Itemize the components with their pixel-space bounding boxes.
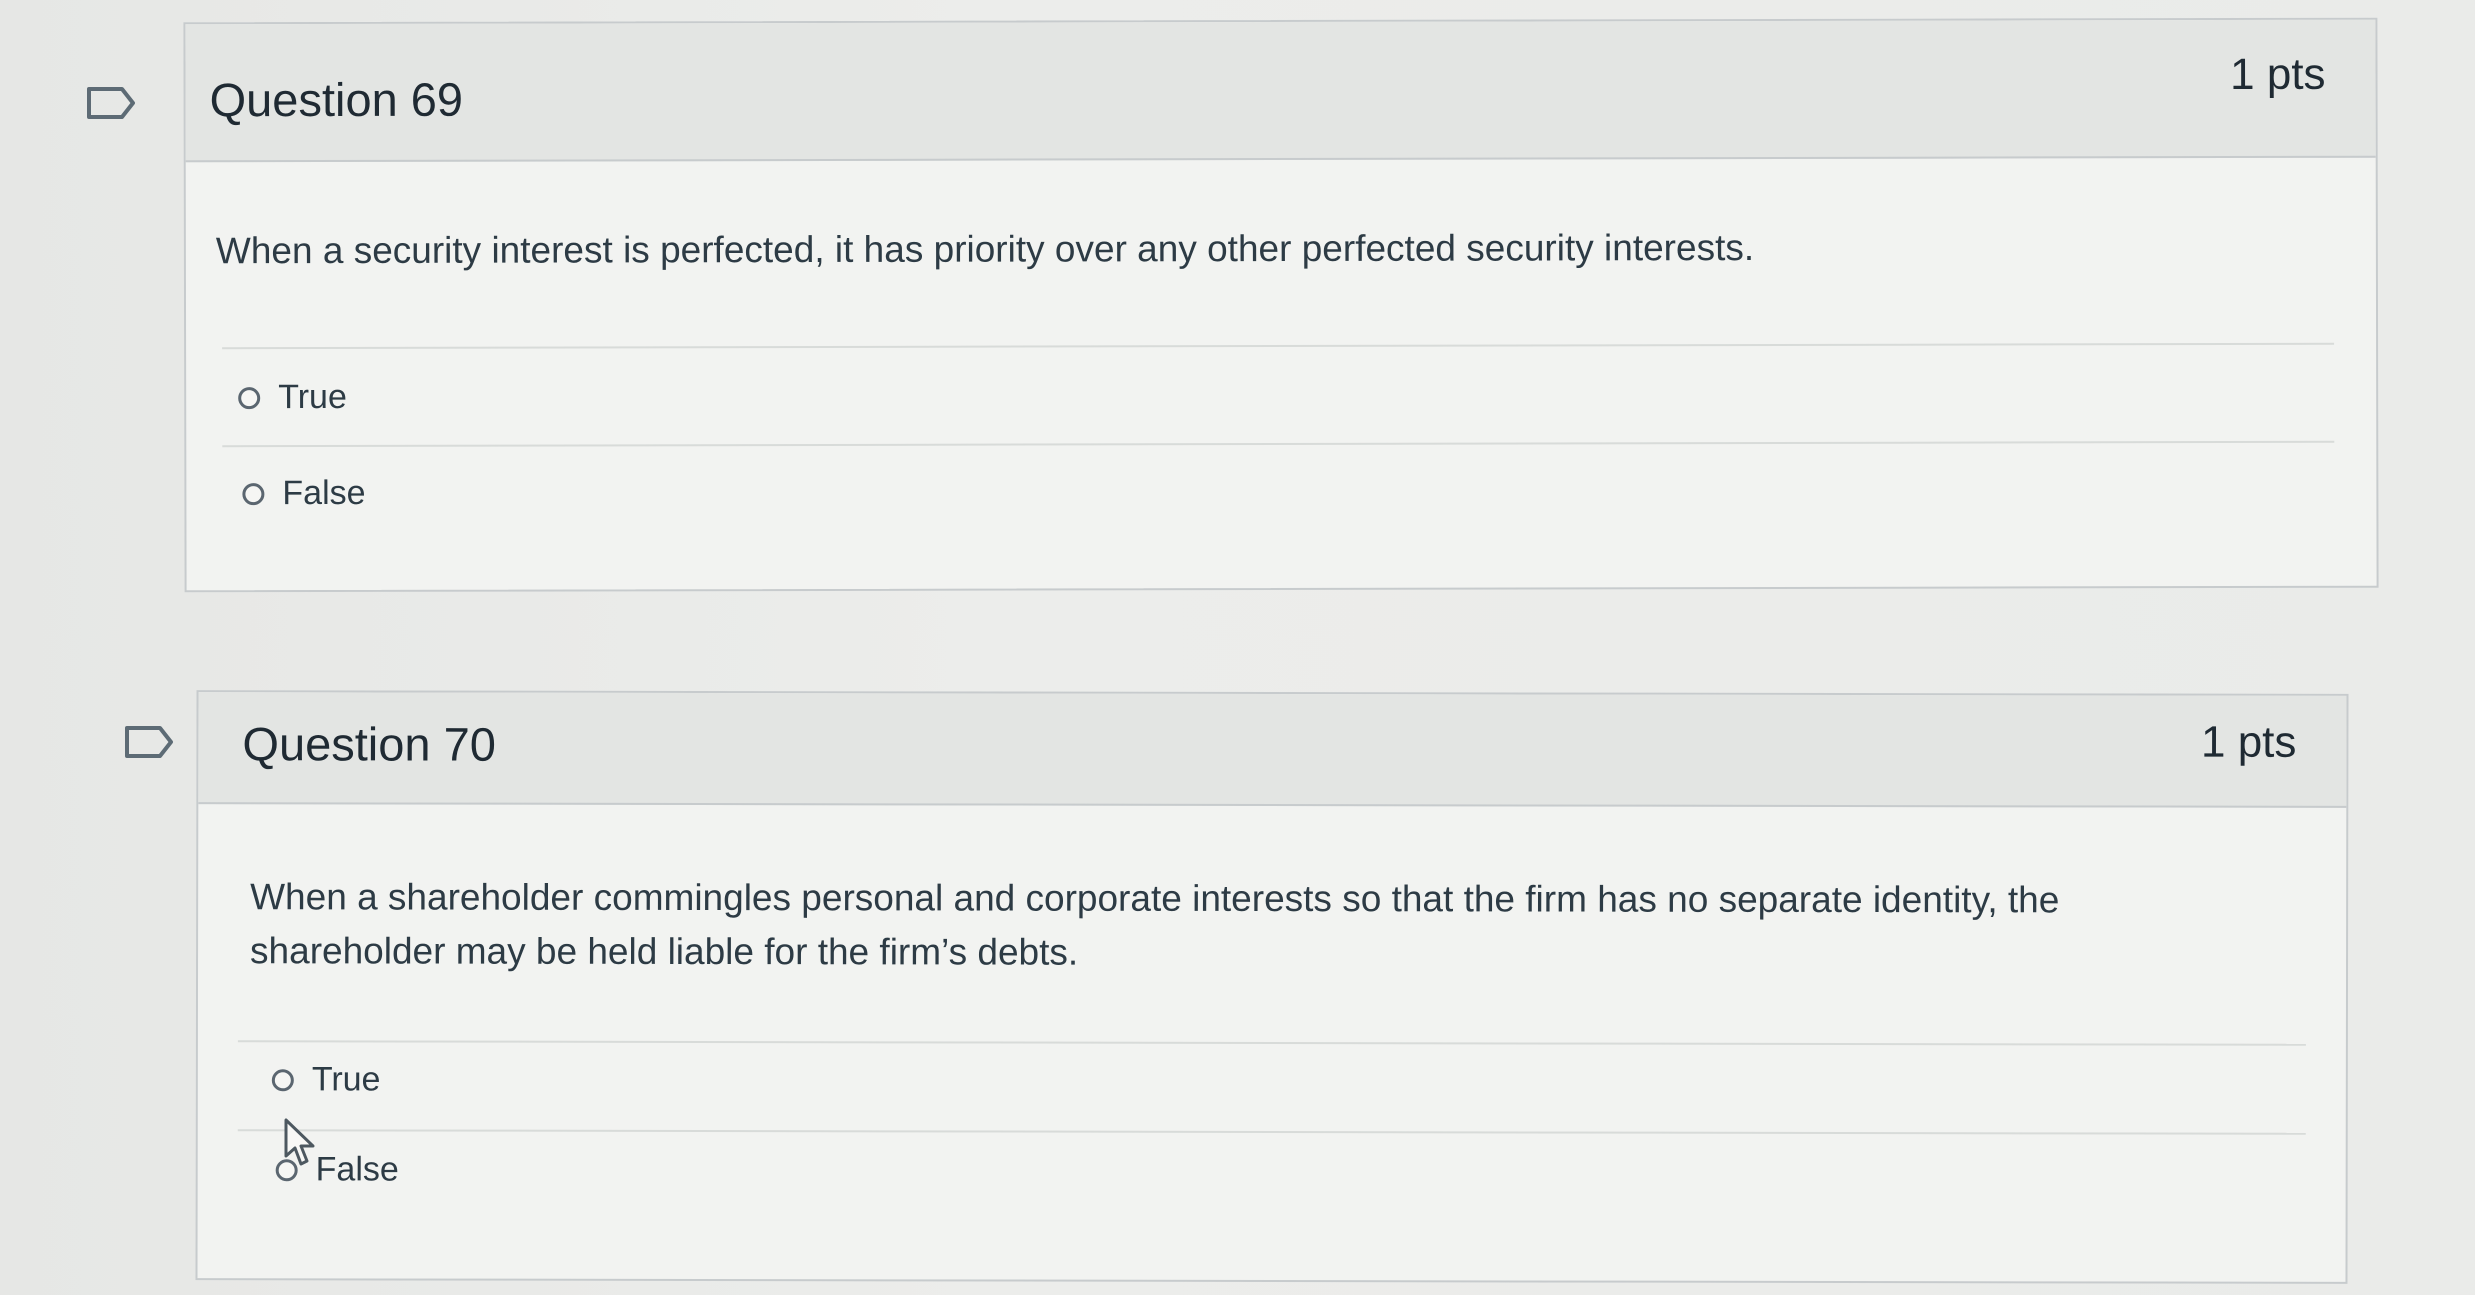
question-points: 1 pts xyxy=(2230,49,2326,100)
question-text: When a security interest is perfected, i… xyxy=(215,227,1755,272)
radio-button[interactable] xyxy=(271,1068,294,1091)
divider xyxy=(222,440,2335,448)
question-card-70: Question 70 1 pts When a shareholder com… xyxy=(195,690,2349,1284)
question-title: Question 69 xyxy=(209,72,464,127)
question-header: Question 69 1 pts xyxy=(185,19,2376,163)
answer-option-true[interactable]: True xyxy=(238,378,347,417)
question-text-line-2: shareholder may be held liable for the f… xyxy=(250,930,1079,973)
divider xyxy=(222,342,2335,350)
answer-label: False xyxy=(282,473,366,513)
answer-option-true[interactable]: True xyxy=(271,1060,381,1099)
mouse-pointer-icon xyxy=(284,1118,318,1170)
divider xyxy=(237,1040,2306,1046)
question-points: 1 pts xyxy=(2200,717,2297,767)
answer-label: True xyxy=(311,1060,381,1099)
answer-label: True xyxy=(278,377,347,417)
answer-label: False xyxy=(315,1150,399,1189)
radio-button[interactable] xyxy=(242,482,265,505)
question-header: Question 70 1 pts xyxy=(198,692,2347,808)
question-card-69: Question 69 1 pts When a security intere… xyxy=(183,17,2379,593)
flag-question-icon[interactable] xyxy=(86,86,136,120)
flag-question-icon[interactable] xyxy=(124,725,174,759)
question-title: Question 70 xyxy=(242,717,496,771)
divider xyxy=(237,1129,2306,1135)
answer-option-false[interactable]: False xyxy=(242,473,366,513)
question-text-line-1: When a shareholder commingles personal a… xyxy=(250,876,2060,921)
radio-button[interactable] xyxy=(238,386,261,409)
